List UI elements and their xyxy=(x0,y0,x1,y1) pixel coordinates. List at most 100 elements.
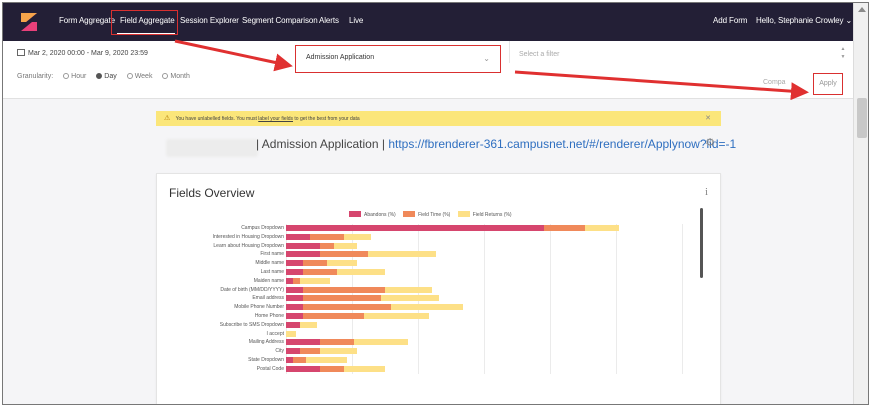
row-label: Middle name xyxy=(255,260,284,267)
bar-field-returns[interactable] xyxy=(391,304,463,311)
bar-abandons[interactable] xyxy=(286,357,293,363)
bar-field-returns[interactable] xyxy=(354,339,409,346)
bar-field-returns[interactable] xyxy=(320,348,358,355)
chart-row[interactable]: Mobile Phone Number xyxy=(157,303,722,312)
bar-field-returns[interactable] xyxy=(299,321,317,328)
bar-field-returns[interactable] xyxy=(326,260,358,267)
chart-row[interactable]: Date of birth (MM/DD/YYYY) xyxy=(157,286,722,295)
add-form-link[interactable]: Add Form xyxy=(713,16,747,25)
chart-row[interactable]: State Dropdown xyxy=(157,356,722,365)
date-range-picker[interactable]: Mar 2, 2020 00:00 - Mar 9, 2020 23:59 xyxy=(17,49,148,57)
form-select[interactable]: Admission Application ⌄ xyxy=(295,45,501,73)
bar-abandons[interactable] xyxy=(286,251,320,258)
bar-field-returns[interactable] xyxy=(337,269,385,275)
scroll-up-icon[interactable] xyxy=(858,7,866,12)
label-fields-link[interactable]: label your fields xyxy=(258,116,293,122)
chart-row[interactable]: Postal Code xyxy=(157,365,722,374)
chart-row[interactable]: Home Phone xyxy=(157,312,722,321)
page-scrollbar[interactable] xyxy=(853,3,868,404)
chart-row[interactable]: Campus Dropdown xyxy=(157,224,722,233)
legend-field-time[interactable]: Field Time (%) xyxy=(397,211,450,218)
legend-field-returns[interactable]: Field Returns (%) xyxy=(452,211,512,218)
bar-field-returns[interactable] xyxy=(343,233,371,240)
bar-field-returns[interactable] xyxy=(367,251,436,258)
nav-segment-comparison[interactable]: Segment Comparison xyxy=(242,16,318,25)
close-icon[interactable]: ✕ xyxy=(705,111,711,126)
bar-field-time[interactable] xyxy=(292,357,307,363)
compare-toggle[interactable]: Compa xyxy=(763,79,786,86)
bar-abandons[interactable] xyxy=(286,348,300,355)
bar-abandons[interactable] xyxy=(286,304,303,311)
bar-field-time[interactable] xyxy=(292,277,300,284)
form-url-link[interactable]: https://fbrenderer-361.campusnet.net/#/r… xyxy=(388,137,736,151)
chart-row[interactable]: Subscribe to SMS Dropdown xyxy=(157,321,722,330)
granularity-month[interactable]: Month xyxy=(162,73,190,80)
chart-row[interactable]: First name xyxy=(157,250,722,259)
bar-field-time[interactable] xyxy=(320,339,354,346)
bar-field-returns[interactable] xyxy=(364,313,429,319)
chart-row[interactable]: Mailing Address xyxy=(157,338,722,347)
bar-field-time[interactable] xyxy=(303,260,327,267)
scroll-thumb[interactable] xyxy=(857,98,867,138)
notice-text: You have unlabelled fields. You must xyxy=(175,116,259,122)
bar-abandons[interactable] xyxy=(286,269,303,275)
granularity-day[interactable]: Day xyxy=(96,73,117,80)
chart-row[interactable]: City xyxy=(157,347,722,356)
bar-abandons[interactable] xyxy=(286,277,293,284)
bar-field-returns[interactable] xyxy=(585,225,620,231)
bar-field-time[interactable] xyxy=(320,242,334,249)
bar-field-returns[interactable] xyxy=(286,330,297,337)
bar-field-time[interactable] xyxy=(309,233,344,240)
chart-row[interactable]: Interested in Housing Dropdown xyxy=(157,233,722,242)
bar-field-time[interactable] xyxy=(299,348,320,355)
user-menu[interactable]: Hello, Stephanie Crowley ⌄ xyxy=(756,16,852,25)
nav-live[interactable]: Live xyxy=(349,16,363,25)
bar-field-time[interactable] xyxy=(303,313,365,319)
chart-row[interactable]: Middle name xyxy=(157,259,722,268)
bar-abandons[interactable] xyxy=(286,233,310,240)
bar-abandons[interactable] xyxy=(286,365,320,372)
logo-icon[interactable] xyxy=(21,11,37,33)
chart-row[interactable]: I accept xyxy=(157,330,722,339)
legend-abandons[interactable]: Abandons (%) xyxy=(343,211,396,218)
bar-abandons[interactable] xyxy=(286,242,320,249)
bar-abandons[interactable] xyxy=(286,339,320,346)
filter-scroll-icon[interactable]: ▲ ▼ xyxy=(839,45,847,63)
bar-field-returns[interactable] xyxy=(333,242,358,249)
bar-field-time[interactable] xyxy=(320,365,344,372)
bar-abandons[interactable] xyxy=(286,225,545,231)
bar-field-returns[interactable] xyxy=(343,365,385,372)
nav-alerts[interactable]: Alerts xyxy=(319,16,339,25)
bar-field-time[interactable] xyxy=(303,269,337,275)
info-icon[interactable]: i xyxy=(705,186,708,198)
bar-abandons[interactable] xyxy=(286,295,303,302)
bar-abandons[interactable] xyxy=(286,286,303,293)
gear-icon[interactable]: ⚙ xyxy=(705,136,715,149)
bar-abandons[interactable] xyxy=(286,313,303,319)
bar-field-time[interactable] xyxy=(303,286,385,293)
nav-form-aggregate[interactable]: Form Aggregate xyxy=(59,16,115,25)
bar-field-returns[interactable] xyxy=(381,295,439,302)
bar-field-time[interactable] xyxy=(303,295,382,302)
chart-row[interactable]: Maiden name xyxy=(157,277,722,286)
bar-field-returns[interactable] xyxy=(299,277,331,284)
filter-select[interactable]: Select a filter xyxy=(519,51,559,58)
apply-button[interactable]: Apply xyxy=(813,73,843,95)
bar-field-returns[interactable] xyxy=(384,286,433,293)
bar-abandons[interactable] xyxy=(286,321,300,328)
granularity-week[interactable]: Week xyxy=(126,73,152,80)
row-label: First name xyxy=(260,251,284,258)
bar-field-returns[interactable] xyxy=(306,357,348,363)
chart-row[interactable]: Last name xyxy=(157,268,722,277)
granularity-hour[interactable]: Hour xyxy=(63,73,86,80)
chart-row[interactable]: Email address xyxy=(157,294,722,303)
nav-session-explorer[interactable]: Session Explorer xyxy=(180,16,239,25)
bar-field-time[interactable] xyxy=(320,251,368,258)
row-label: Interested in Housing Dropdown xyxy=(212,233,284,240)
bar-field-time[interactable] xyxy=(303,304,392,311)
bar-field-time[interactable] xyxy=(544,225,586,231)
bar-abandons[interactable] xyxy=(286,260,303,267)
chart-row[interactable]: Learn about Housing Dropdown xyxy=(157,242,722,251)
row-label: State Dropdown xyxy=(248,357,284,363)
notice-text-end: to get the best from your data xyxy=(293,116,360,122)
